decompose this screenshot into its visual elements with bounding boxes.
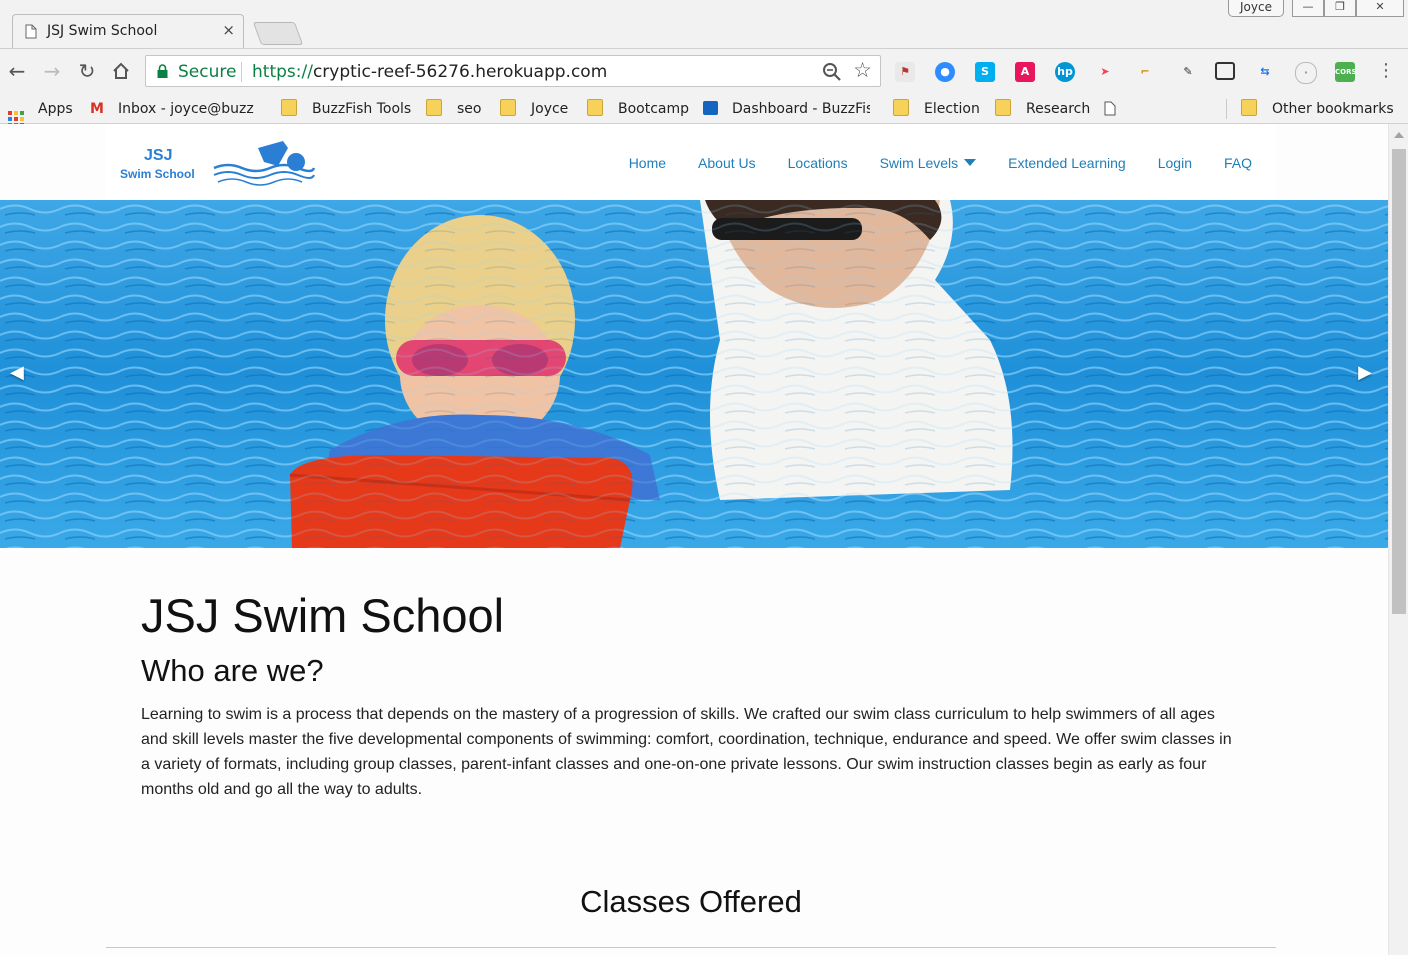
bookmark-gmail[interactable]: M Inbox - joyce@buzzf [90, 99, 254, 119]
section-heading: Who are we? [141, 653, 324, 688]
nav-swim-levels-label: Swim Levels [879, 155, 959, 171]
bookmark-bootcamp[interactable]: Bootcamp [587, 99, 689, 119]
home-icon[interactable] [109, 59, 133, 83]
bookmark-dashboard[interactable]: Dashboard - BuzzFis [703, 99, 870, 119]
nav-locations[interactable]: Locations [772, 124, 864, 200]
bookmark-other[interactable]: Other bookmarks [1241, 99, 1394, 119]
bookmark-label: Joyce [531, 101, 569, 117]
new-tab-button[interactable] [252, 22, 304, 45]
url-scheme: https:// [252, 62, 313, 82]
scroll-up-arrow-icon[interactable] [1394, 132, 1404, 138]
shuffle-extension-icon[interactable]: ⇆ [1255, 62, 1275, 82]
bookmark-star-icon[interactable]: ☆ [853, 58, 872, 83]
tab-close-icon[interactable]: × [222, 21, 235, 39]
folder-icon [500, 99, 516, 116]
lock-icon [157, 64, 168, 83]
tab-strip: JSJ Swim School × Joyce — ❐ ✕ [0, 0, 1408, 49]
bookmark-label: seo [457, 101, 482, 117]
swimmer-icon [213, 141, 316, 186]
bookmark-election[interactable]: Election [893, 99, 980, 119]
minimize-button[interactable]: — [1292, 0, 1324, 17]
browser-toolbar: ← → ↻ Secure https://cryptic-reef-56276.… [0, 49, 1408, 95]
zoom-icon[interactable] [822, 62, 842, 87]
carousel-prev-arrow-icon[interactable]: ◀ [10, 362, 24, 383]
reload-icon[interactable]: ↻ [75, 59, 99, 83]
folder-icon [281, 99, 297, 116]
tab-title: JSJ Swim School [47, 23, 158, 39]
page-icon [1104, 101, 1116, 116]
intro-paragraph: Learning to swim is a process that depen… [141, 706, 1232, 798]
bookmark-label: BuzzFish Tools [312, 101, 412, 117]
bookmark-label: Bootcamp [618, 101, 690, 117]
logo-line1: JSJ [144, 147, 172, 164]
nav-login[interactable]: Login [1142, 124, 1208, 200]
hp-extension-icon[interactable]: hp [1055, 62, 1075, 82]
nav-extended-learning[interactable]: Extended Learning [992, 124, 1142, 200]
a-extension-icon[interactable]: A [1015, 62, 1035, 82]
bookmark-seo[interactable]: seo [426, 99, 481, 119]
cast-extension-icon[interactable]: ➤ [1095, 62, 1115, 82]
section-divider [106, 947, 1276, 948]
main-nav: Home About Us Locations Swim Levels Exte… [613, 124, 1276, 200]
folder-icon [587, 99, 603, 116]
bookmarks-bar: Apps M Inbox - joyce@buzzf BuzzFish Tools… [0, 95, 1408, 127]
bookmark-research[interactable]: Research [995, 99, 1090, 119]
ruler-extension-icon[interactable]: ⌐ [1135, 62, 1155, 82]
site-header: JSJ Swim School Home About Us Locations … [106, 124, 1276, 201]
hero-image [0, 200, 1388, 548]
folder-icon [995, 99, 1011, 116]
folder-icon [426, 99, 442, 116]
classes-offered-heading: Classes Offered [580, 884, 802, 919]
bookmark-page[interactable] [1104, 99, 1116, 119]
bookmark-dashboard-label: Dashboard - BuzzFis [732, 101, 870, 117]
site-logo[interactable]: JSJ Swim School [118, 138, 318, 193]
profile-button[interactable]: Joyce [1228, 0, 1284, 17]
url-text[interactable]: https://cryptic-reef-56276.herokuapp.com [252, 62, 607, 82]
bookmark-buzzfish-tools[interactable]: BuzzFish Tools [281, 99, 411, 119]
caret-down-icon [964, 159, 977, 166]
page-viewport: JSJ Swim School Home About Us Locations … [0, 124, 1388, 955]
skype-extension-icon[interactable]: S [975, 62, 995, 82]
console-extension-icon[interactable]: · [1295, 62, 1317, 84]
main-content: JSJ Swim School Who are we? Learning to … [141, 586, 1241, 802]
nav-home[interactable]: Home [613, 124, 682, 200]
logo-line2: Swim School [120, 167, 195, 181]
secure-label: Secure [178, 62, 237, 82]
bookmark-label: Research [1026, 101, 1091, 117]
bookmark-gmail-label: Inbox - joyce@buzzf [117, 101, 254, 117]
carousel-next-arrow-icon[interactable]: ▶ [1358, 362, 1372, 383]
page-icon [25, 24, 37, 44]
address-separator [241, 62, 242, 82]
bookmark-other-label: Other bookmarks [1272, 101, 1394, 117]
gmail-icon: M [90, 101, 104, 117]
cors-extension-icon[interactable]: CORS [1335, 62, 1357, 82]
close-window-button[interactable]: ✕ [1356, 0, 1404, 17]
browser-tab[interactable]: JSJ Swim School × [12, 14, 244, 48]
bookmark-joyce[interactable]: Joyce [500, 99, 568, 119]
folder-icon [893, 99, 909, 116]
maximize-button[interactable]: ❐ [1324, 0, 1356, 17]
folder-icon [1241, 99, 1257, 116]
nav-swim-levels-dropdown[interactable]: Swim Levels [864, 124, 993, 200]
eyedropper-extension-icon[interactable]: ✎ [1178, 62, 1198, 82]
url-host: cryptic-reef-56276.herokuapp.com [312, 62, 608, 82]
bookmark-apps-label: Apps [38, 101, 73, 117]
back-arrow-icon[interactable]: ← [5, 59, 29, 83]
screenshot-extension-icon[interactable] [1215, 62, 1235, 80]
menu-icon[interactable]: ⋮ [1374, 59, 1398, 83]
scrollbar-thumb[interactable] [1392, 149, 1406, 614]
forward-arrow-icon[interactable]: → [40, 59, 64, 83]
bookmarks-divider [1226, 99, 1227, 119]
page-title: JSJ Swim School [141, 589, 505, 642]
dashboard-icon [703, 101, 718, 115]
acrobat-extension-icon[interactable]: ⚑ [895, 62, 915, 82]
nav-about-us[interactable]: About Us [682, 124, 772, 200]
zoom-extension-icon[interactable]: ● [935, 62, 955, 82]
bookmark-apps[interactable]: Apps [8, 99, 73, 127]
nav-faq[interactable]: FAQ [1208, 124, 1276, 200]
hero-carousel: ◀ ▶ [0, 200, 1388, 548]
address-bar[interactable]: Secure https://cryptic-reef-56276.heroku… [145, 55, 881, 87]
bookmark-label: Election [924, 101, 980, 117]
page-scrollbar[interactable] [1388, 124, 1408, 955]
